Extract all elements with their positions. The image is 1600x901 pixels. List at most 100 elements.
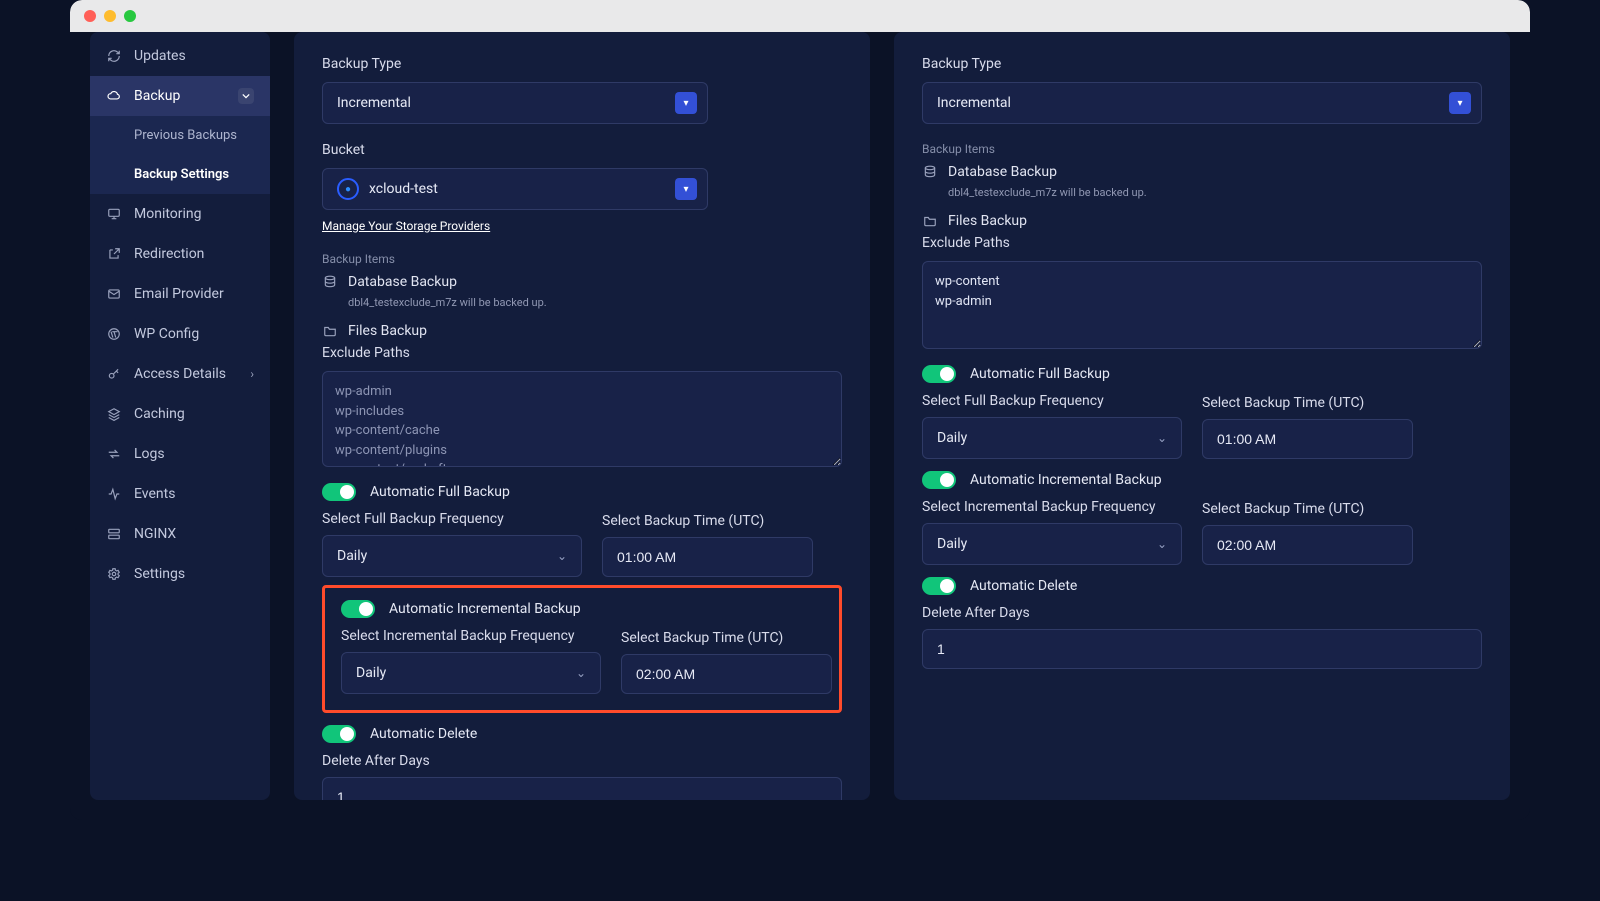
automatic-delete-toggle[interactable] [922, 577, 956, 595]
sidebar-item-logs[interactable]: Logs [90, 434, 270, 474]
full-backup-time-input[interactable] [1202, 419, 1413, 459]
backup-settings-panel-right: Backup Type Incremental ▾ Backup Items D… [894, 32, 1510, 800]
bucket-label: Bucket [322, 142, 842, 158]
sidebar-item-label: Monitoring [134, 206, 202, 222]
sidebar-item-settings[interactable]: Settings [90, 554, 270, 594]
sidebar-item-label: Caching [134, 406, 185, 422]
provider-icon: ● [337, 178, 359, 200]
automatic-incremental-backup-label: Automatic Incremental Backup [389, 601, 581, 617]
full-backup-time-input[interactable] [602, 537, 813, 577]
sidebar-item-events[interactable]: Events [90, 474, 270, 514]
automatic-incremental-backup-toggle[interactable] [341, 600, 375, 618]
automatic-delete-label: Automatic Delete [970, 578, 1077, 594]
full-frequency-label: Select Full Backup Frequency [922, 393, 1182, 409]
sidebar-sub-previous-backups[interactable]: Previous Backups [90, 116, 270, 155]
sidebar-item-updates[interactable]: Updates [90, 36, 270, 76]
full-frequency-value: Daily [937, 430, 967, 446]
sidebar-item-label: NGINX [134, 526, 176, 542]
manage-storage-link[interactable]: Manage Your Storage Providers [322, 219, 490, 233]
sidebar-item-label: Backup [134, 88, 180, 104]
full-frequency-select[interactable]: Daily ⌄ [922, 417, 1182, 459]
backup-type-select[interactable]: Incremental ▾ [322, 82, 708, 124]
automatic-incremental-backup-toggle[interactable] [922, 471, 956, 489]
automatic-full-backup-label: Automatic Full Backup [370, 484, 510, 500]
window-close-icon[interactable] [84, 10, 96, 22]
sidebar-item-email-provider[interactable]: Email Provider [90, 274, 270, 314]
incremental-frequency-select[interactable]: Daily ⌄ [341, 652, 601, 694]
wordpress-icon [106, 326, 122, 342]
sidebar-item-label: Access Details [134, 366, 226, 382]
sidebar-item-wp-config[interactable]: WP Config [90, 314, 270, 354]
sidebar-item-redirection[interactable]: Redirection [90, 234, 270, 274]
layers-icon [106, 406, 122, 422]
incremental-frequency-label: Select Incremental Backup Frequency [922, 499, 1182, 515]
backup-items-heading: Backup Items [922, 142, 1482, 156]
mail-icon [106, 286, 122, 302]
sidebar-backup-submenu: Previous Backups Backup Settings [90, 116, 270, 194]
incremental-frequency-select[interactable]: Daily ⌄ [922, 523, 1182, 565]
files-backup-label: Files Backup [348, 323, 427, 339]
sidebar-item-caching[interactable]: Caching [90, 394, 270, 434]
folder-icon [322, 323, 338, 339]
chevron-right-icon: › [250, 367, 254, 381]
delete-after-days-input[interactable] [322, 777, 842, 800]
bucket-select[interactable]: ● xcloud-test ▾ [322, 168, 708, 210]
database-backup-label: Database Backup [948, 164, 1057, 180]
exclude-paths-textarea[interactable] [322, 371, 842, 467]
incremental-backup-time-input[interactable] [1202, 525, 1413, 565]
full-frequency-value: Daily [337, 548, 367, 564]
automatic-full-backup-toggle[interactable] [322, 483, 356, 501]
automatic-full-backup-label: Automatic Full Backup [970, 366, 1110, 382]
backup-type-select[interactable]: Incremental ▾ [922, 82, 1482, 124]
database-icon [922, 164, 938, 180]
automatic-delete-label: Automatic Delete [370, 726, 477, 742]
cloud-icon [106, 88, 122, 104]
highlighted-incremental-section: Automatic Incremental Backup Select Incr… [322, 585, 842, 713]
backup-type-label: Backup Type [322, 56, 842, 72]
external-link-icon [106, 246, 122, 262]
backup-settings-panel-left: Backup Type Incremental ▾ Bucket ● xclou… [294, 32, 870, 800]
database-icon [322, 274, 338, 290]
titlebar [70, 0, 1530, 33]
sidebar-item-backup[interactable]: Backup [90, 76, 270, 116]
sidebar-item-nginx[interactable]: NGINX [90, 514, 270, 554]
sidebar-item-monitoring[interactable]: Monitoring [90, 194, 270, 234]
sidebar-item-label: Logs [134, 446, 165, 462]
sidebar-sub-backup-settings[interactable]: Backup Settings [90, 155, 270, 194]
automatic-delete-toggle[interactable] [322, 725, 356, 743]
incremental-backup-time-label: Select Backup Time (UTC) [1202, 501, 1413, 517]
files-backup-item: Files Backup [922, 213, 1482, 229]
full-frequency-label: Select Full Backup Frequency [322, 511, 582, 527]
exclude-paths-textarea[interactable] [922, 261, 1482, 349]
sidebar-item-label: Updates [134, 48, 186, 64]
chevron-down-icon: ⌄ [1157, 431, 1167, 445]
sidebar-item-label: Settings [134, 566, 185, 582]
incremental-backup-time-input[interactable] [621, 654, 832, 694]
database-backup-item: Database Backup [322, 274, 842, 290]
swap-icon [106, 446, 122, 462]
incremental-frequency-label: Select Incremental Backup Frequency [341, 628, 601, 644]
chevron-down-icon: ▾ [1449, 92, 1471, 114]
folder-icon [922, 213, 938, 229]
server-icon [106, 526, 122, 542]
sidebar-item-label: Events [134, 486, 175, 502]
incremental-frequency-value: Daily [356, 665, 386, 681]
bucket-value: xcloud-test [369, 181, 438, 197]
full-backup-time-label: Select Backup Time (UTC) [602, 513, 813, 529]
delete-after-days-label: Delete After Days [322, 753, 842, 769]
full-frequency-select[interactable]: Daily ⌄ [322, 535, 582, 577]
delete-after-days-input[interactable] [922, 629, 1482, 669]
sidebar-item-access-details[interactable]: Access Details › [90, 354, 270, 394]
chevron-down-icon: ⌄ [576, 666, 586, 680]
window-minimize-icon[interactable] [104, 10, 116, 22]
automatic-full-backup-toggle[interactable] [922, 365, 956, 383]
backup-type-value: Incremental [337, 95, 411, 111]
database-backup-label: Database Backup [348, 274, 457, 290]
window-zoom-icon[interactable] [124, 10, 136, 22]
sidebar: Updates Backup Previous Backups Backup S… [90, 32, 270, 800]
activity-icon [106, 486, 122, 502]
incremental-frequency-value: Daily [937, 536, 967, 552]
backup-type-value: Incremental [937, 95, 1011, 111]
delete-after-days-label: Delete After Days [922, 605, 1482, 621]
chevron-down-icon: ⌄ [557, 549, 567, 563]
